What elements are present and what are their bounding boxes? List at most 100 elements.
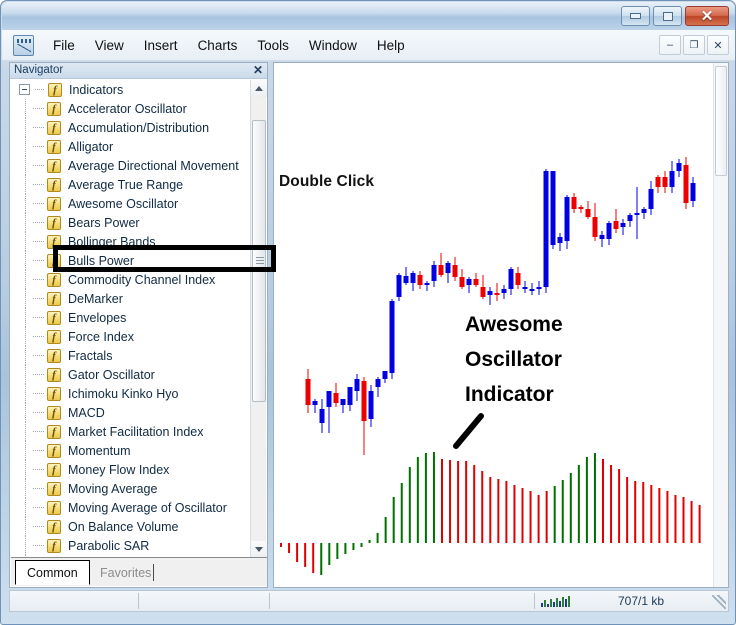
chart-scrollbar-thumb[interactable] xyxy=(715,66,727,176)
status-cell-3 xyxy=(270,591,534,611)
minimize-button[interactable] xyxy=(621,6,650,26)
indicator-item-envelopes[interactable]: f Envelopes xyxy=(11,308,251,327)
indicator-label: Gator Oscillator xyxy=(68,367,155,382)
chevron-down-icon xyxy=(255,547,263,552)
indicator-item-gator-oscillator[interactable]: f Gator Oscillator xyxy=(11,365,251,384)
tree-root-indicators[interactable]: f Indicators xyxy=(11,80,251,99)
scroll-down-button[interactable] xyxy=(251,541,267,558)
indicator-item-market-facilitation-index[interactable]: f Market Facilitation Index xyxy=(11,422,251,441)
candle-body xyxy=(445,263,451,273)
scrollbar-grip-icon xyxy=(256,257,264,265)
indicator-tree[interactable]: f Indicators f Accelerator Oscillator f Accum… xyxy=(11,80,251,558)
mdi-close-button[interactable]: ✕ xyxy=(707,35,729,55)
indicator-item-bulls-power[interactable]: f Bulls Power xyxy=(11,251,251,270)
indicator-item-awesome-oscillator[interactable]: f Awesome Oscillator xyxy=(11,194,251,213)
function-icon: f xyxy=(47,500,61,515)
tree-scrollbar[interactable] xyxy=(250,80,267,558)
candle-body xyxy=(683,165,689,203)
indicator-item-average-directional-movement[interactable]: f Average Directional Movement xyxy=(11,156,251,175)
candle-body xyxy=(690,183,696,201)
tab-caret xyxy=(153,564,154,581)
candle-body xyxy=(501,289,507,293)
mdi-restore-button[interactable]: ❐ xyxy=(683,35,705,55)
candle-body xyxy=(550,171,556,245)
indicator-label: Force Index xyxy=(68,329,135,344)
indicator-label: DeMarker xyxy=(68,291,123,306)
candle-body xyxy=(676,163,682,171)
navigator-close-icon[interactable]: ✕ xyxy=(253,63,263,78)
menu-item-insert[interactable]: Insert xyxy=(134,35,188,56)
indicator-item-bears-power[interactable]: f Bears Power xyxy=(11,213,251,232)
candle-body xyxy=(564,197,570,241)
candle-body xyxy=(508,269,514,289)
candle-body xyxy=(494,293,500,295)
resize-grip-icon[interactable] xyxy=(712,595,726,609)
close-icon: ✕ xyxy=(700,7,714,25)
candle-body xyxy=(620,223,626,227)
candle-body xyxy=(613,221,619,229)
signal-bar xyxy=(568,596,570,607)
indicator-item-parabolic-sar[interactable]: f Parabolic SAR xyxy=(11,536,251,555)
indicator-item-force-index[interactable]: f Force Index xyxy=(11,327,251,346)
indicator-item-ichimoku-kinko-hyo[interactable]: f Ichimoku Kinko Hyo xyxy=(11,384,251,403)
mdi-window-controls: – ❐ ✕ xyxy=(659,35,729,55)
indicator-item-demarker[interactable]: f DeMarker xyxy=(11,289,251,308)
indicator-item-moving-average[interactable]: f Moving Average xyxy=(11,479,251,498)
function-icon: f xyxy=(48,82,62,97)
function-icon: f xyxy=(47,481,61,496)
indicator-item-money-flow-index[interactable]: f Money Flow Index xyxy=(11,460,251,479)
function-icon: f xyxy=(47,234,61,249)
menu-item-window[interactable]: Window xyxy=(299,35,367,56)
function-icon: f xyxy=(47,405,61,420)
candle-body xyxy=(585,209,591,217)
scrollbar-thumb[interactable] xyxy=(252,120,266,402)
indicator-item-average-true-range[interactable]: f Average True Range xyxy=(11,175,251,194)
menu-item-tools[interactable]: Tools xyxy=(247,35,299,56)
candle-body xyxy=(634,213,640,215)
annotation-line-1: Awesome xyxy=(465,313,563,336)
indicator-item-fractals[interactable]: f Fractals xyxy=(11,346,251,365)
chart-scrollbar[interactable] xyxy=(713,63,728,587)
candle-body xyxy=(571,197,577,209)
minimize-icon xyxy=(630,13,641,19)
signal-bar xyxy=(553,602,555,607)
indicator-item-macd[interactable]: f MACD xyxy=(11,403,251,422)
candle-body xyxy=(403,276,409,283)
tab-favorites[interactable]: Favorites xyxy=(89,560,162,585)
indicator-item-alligator[interactable]: f Alligator xyxy=(11,137,251,156)
function-icon: f xyxy=(47,272,61,287)
menu-item-help[interactable]: Help xyxy=(367,35,415,56)
candle-body xyxy=(312,401,318,405)
scroll-up-button[interactable] xyxy=(251,80,267,97)
function-icon: f xyxy=(47,177,61,192)
collapse-icon[interactable] xyxy=(19,84,30,95)
close-button[interactable]: ✕ xyxy=(685,6,729,26)
menu-item-file[interactable]: File xyxy=(43,35,85,56)
indicator-item-accumulation-distribution[interactable]: f Accumulation/Distribution xyxy=(11,118,251,137)
function-icon: f xyxy=(47,120,61,135)
mdi-minimize-button[interactable]: – xyxy=(659,35,681,55)
function-icon: f xyxy=(47,215,61,230)
indicator-label: Average Directional Movement xyxy=(68,158,239,173)
indicator-item-accelerator-oscillator[interactable]: f Accelerator Oscillator xyxy=(11,99,251,118)
tab-common[interactable]: Common xyxy=(15,560,90,585)
candle-body xyxy=(459,277,465,287)
candle-body xyxy=(368,391,374,419)
indicator-item-bollinger-bands[interactable]: f Bollinger Bands xyxy=(11,232,251,251)
mt4-app-icon xyxy=(13,34,34,56)
candle-body xyxy=(641,209,647,213)
maximize-button[interactable] xyxy=(653,6,682,26)
indicator-item-moving-average-of-oscillator[interactable]: f Moving Average of Oscillator xyxy=(11,498,251,517)
maximize-icon xyxy=(662,11,673,21)
signal-bar xyxy=(550,599,552,607)
indicator-item-on-balance-volume[interactable]: f On Balance Volume xyxy=(11,517,251,536)
menu-item-view[interactable]: View xyxy=(85,35,134,56)
indicator-label: MACD xyxy=(68,405,105,420)
menu-item-charts[interactable]: Charts xyxy=(188,35,248,56)
indicator-item-momentum[interactable]: f Momentum xyxy=(11,441,251,460)
status-connection-cell[interactable]: 707/1 kb xyxy=(535,591,664,611)
indicator-label: Bulls Power xyxy=(68,253,134,268)
function-icon: f xyxy=(47,158,61,173)
candle-body xyxy=(466,279,472,285)
indicator-item-commodity-channel-index[interactable]: f Commodity Channel Index xyxy=(11,270,251,289)
